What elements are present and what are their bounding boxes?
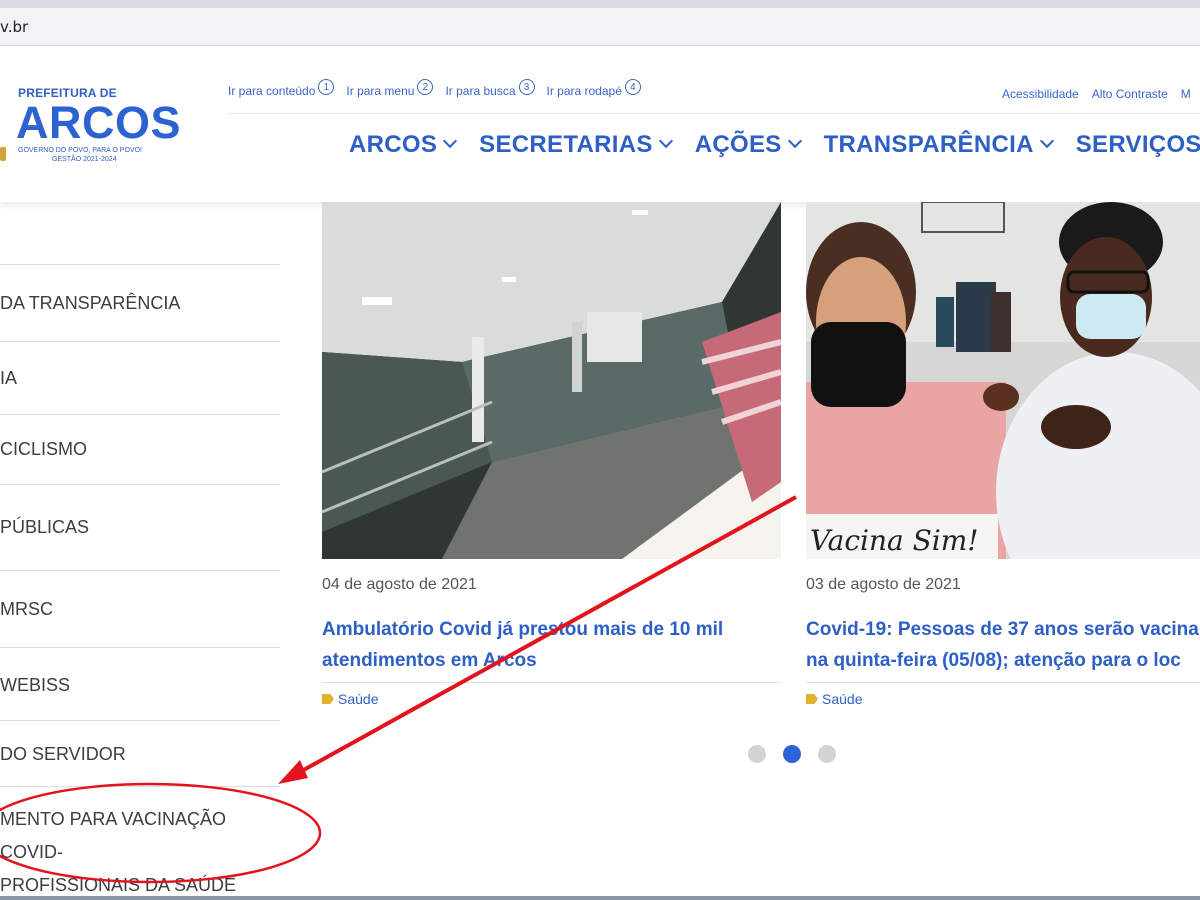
sidebar-item-mrsc[interactable]: MRSC: [0, 570, 280, 647]
skip-link-footer[interactable]: Ir para rodapé 4: [546, 79, 641, 99]
logo-term: GESTÃO 2021-2024: [52, 156, 117, 163]
news-date: 03 de agosto de 2021: [806, 576, 961, 593]
accessibility-links: Acessibilidade Alto Contraste M: [1002, 87, 1191, 101]
nav-item-acoes[interactable]: AÇÕES: [694, 131, 802, 159]
sidebar-item-label: PÚBLICAS: [0, 517, 90, 537]
skip-link-label: Ir para menu: [346, 84, 415, 98]
nav-item-secretarias[interactable]: SECRETARIAS: [479, 131, 673, 159]
taskbar-edge: [0, 896, 1200, 900]
accessibility-link[interactable]: Acessibilidade: [1002, 87, 1079, 101]
news-divider: [322, 682, 781, 683]
sidebar-item-webiss[interactable]: WEBISS: [0, 647, 280, 720]
skip-links: Ir para conteúdo 1 Ir para menu 2 Ir par…: [228, 79, 641, 99]
news-title-line1: Covid-19: Pessoas de 37 anos serão vacin…: [806, 619, 1199, 640]
skip-link-number: 2: [417, 79, 434, 95]
news-title-line1: Ambulatório Covid já prestou mais de 10 …: [322, 619, 724, 640]
carousel-dot-3[interactable]: [818, 745, 836, 763]
logo-tagline: GOVERNO DO POVO, PARA O POVO!: [18, 147, 142, 154]
skip-link-number: 4: [624, 79, 641, 95]
photo-sign-text: Vacina Sim!: [810, 524, 979, 557]
news-title-link[interactable]: Ambulatório Covid já prestou mais de 10 …: [322, 614, 781, 676]
chevron-down-icon: [787, 133, 802, 149]
page: v.br PREFEITURA DE ARCOS GOVERNO DO POVO…: [0, 0, 1200, 900]
skip-link-search[interactable]: Ir para busca 3: [445, 79, 535, 99]
news-tag-saude[interactable]: Saúde: [322, 691, 378, 707]
site-header: PREFEITURA DE ARCOS GOVERNO DO POVO, PAR…: [0, 47, 1200, 202]
news-title-line2: atendimentos em Arcos: [322, 650, 537, 671]
tag-icon: [806, 694, 818, 704]
chevron-down-icon: [658, 133, 673, 149]
news-divider: [806, 682, 1200, 683]
vacinacao-photo: Vacina Sim!: [806, 202, 1200, 559]
sidebar-item-label-line1: MENTO PARA VACINAÇÃO COVID-: [0, 809, 227, 862]
skip-link-label: Ir para busca: [445, 84, 516, 98]
header-divider: [228, 113, 1200, 114]
news-image-vacinacao[interactable]: Vacina Sim!: [806, 202, 1200, 559]
carousel-dot-2[interactable]: [783, 745, 801, 763]
news-title-link[interactable]: Covid-19: Pessoas de 37 anos serão vacin…: [806, 614, 1200, 676]
skip-link-label: Ir para conteúdo: [228, 84, 316, 98]
news-image-ambulatorio[interactable]: [322, 202, 781, 559]
skip-link-label: Ir para rodapé: [546, 84, 622, 98]
sidebar-item-label: WEBISS: [0, 675, 71, 695]
sidebar-item-vacinacao[interactable]: MENTO PARA VACINAÇÃO COVID- PROFISSIONAI…: [0, 803, 290, 900]
logo-emblem-icon: [0, 147, 6, 161]
news-tag-label: Saúde: [338, 691, 379, 707]
sidebar-item-transparencia[interactable]: DA TRANSPARÊNCIA: [0, 264, 280, 341]
more-link[interactable]: M: [1181, 87, 1191, 101]
nav-item-label: AÇÕES: [694, 131, 782, 158]
skip-link-number: 1: [318, 79, 335, 95]
chevron-down-icon: [1039, 133, 1054, 149]
address-url[interactable]: v.br: [0, 18, 28, 36]
logo-name: ARCOS: [16, 97, 182, 148]
ambulatorio-photo: [322, 202, 781, 559]
main-nav: ARCOS SECRETARIAS AÇÕES TRANSPARÊNCIA SE…: [349, 131, 1200, 159]
news-date: 04 de agosto de 2021: [322, 576, 477, 593]
annotation-arrowhead-icon: [278, 760, 308, 784]
sidebar-item-label: DO SERVIDOR: [0, 744, 126, 764]
sidebar-item-label: CICLISMO: [0, 439, 88, 459]
sidebar-divider: [0, 786, 280, 787]
news-tag-label: Saúde: [822, 691, 863, 707]
tag-icon: [322, 694, 334, 704]
nav-item-arcos[interactable]: ARCOS: [349, 131, 458, 159]
sidebar-item-ia[interactable]: IA: [0, 341, 280, 414]
nav-item-transparencia[interactable]: TRANSPARÊNCIA: [823, 131, 1054, 159]
skip-link-number: 3: [518, 79, 535, 95]
nav-item-label: TRANSPARÊNCIA: [823, 131, 1034, 158]
news-tag-saude[interactable]: Saúde: [806, 691, 862, 707]
chevron-down-icon: [443, 133, 458, 149]
nav-item-label: ARCOS: [349, 131, 438, 158]
sidebar-item-servidor[interactable]: DO SERVIDOR: [0, 720, 280, 786]
skip-link-content[interactable]: Ir para conteúdo 1: [228, 79, 335, 99]
news-title-line2: na quinta-feira (05/08); atenção para o …: [806, 650, 1181, 671]
browser-tab-strip: [0, 0, 1200, 8]
nav-item-label: SERVIÇOS: [1075, 131, 1200, 158]
sidebar-item-label: MRSC: [0, 599, 53, 619]
skip-link-menu[interactable]: Ir para menu 2: [346, 79, 434, 99]
sidebar-item-ciclismo[interactable]: CICLISMO: [0, 414, 280, 484]
carousel-dots: [748, 745, 836, 763]
sidebar-item-label: DA TRANSPARÊNCIA: [0, 293, 181, 313]
nav-item-servicos[interactable]: SERVIÇOS: [1076, 131, 1200, 159]
high-contrast-link[interactable]: Alto Contraste: [1092, 87, 1168, 101]
nav-item-label: SECRETARIAS: [479, 131, 653, 158]
address-bar[interactable]: v.br: [0, 8, 1200, 46]
carousel-dot-1[interactable]: [748, 745, 766, 763]
sidebar-item-publicas[interactable]: PÚBLICAS: [0, 484, 280, 570]
sidebar-item-label: IA: [0, 368, 18, 388]
